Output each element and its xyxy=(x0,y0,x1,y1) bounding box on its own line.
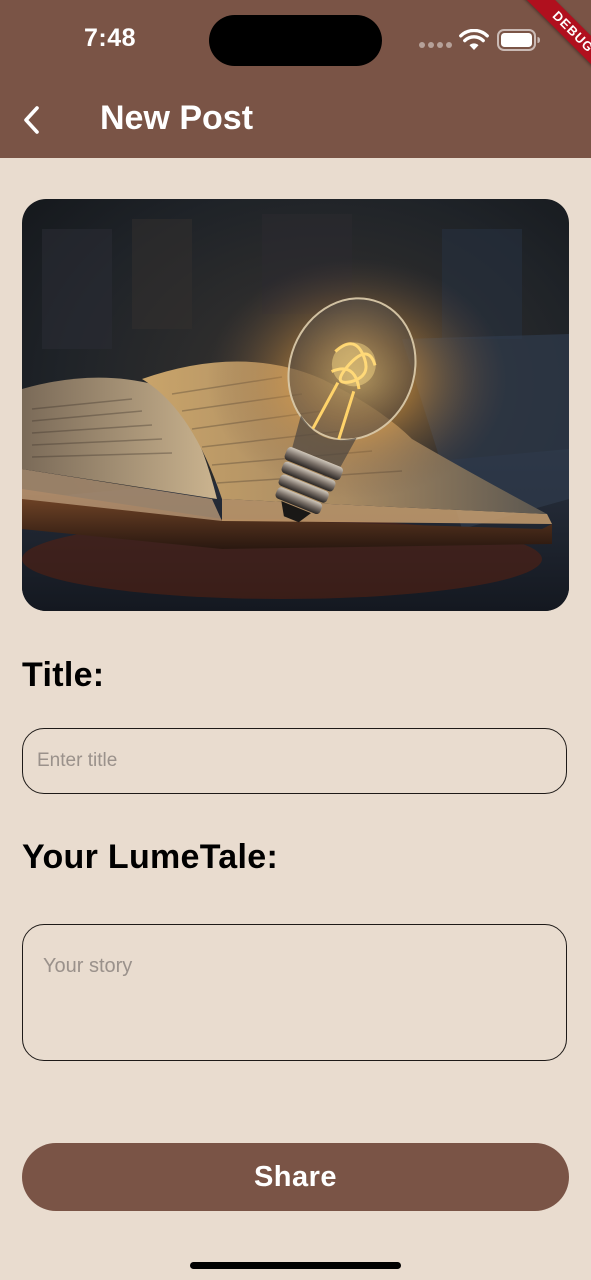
story-label: Your LumeTale: xyxy=(22,838,279,876)
title-label: Title: xyxy=(22,656,105,694)
status-time: 7:48 xyxy=(84,24,137,52)
back-button[interactable] xyxy=(14,100,50,140)
home-indicator[interactable] xyxy=(190,1262,401,1269)
lightbulb-book-illustration xyxy=(22,199,569,611)
story-textarea[interactable] xyxy=(22,924,567,1061)
post-image[interactable] xyxy=(22,199,569,611)
share-button[interactable]: Share xyxy=(22,1143,569,1211)
dynamic-island xyxy=(209,15,382,66)
chevron-left-icon xyxy=(24,106,39,134)
debug-banner: DEBUG xyxy=(511,0,591,80)
wifi-icon xyxy=(459,29,489,50)
title-input[interactable] xyxy=(22,728,567,794)
app-bar: 7:48 DEBUG New Post xyxy=(0,0,591,158)
signal-icon xyxy=(419,42,453,48)
debug-label: DEBUG xyxy=(523,0,591,80)
page-title: New Post xyxy=(100,99,254,137)
